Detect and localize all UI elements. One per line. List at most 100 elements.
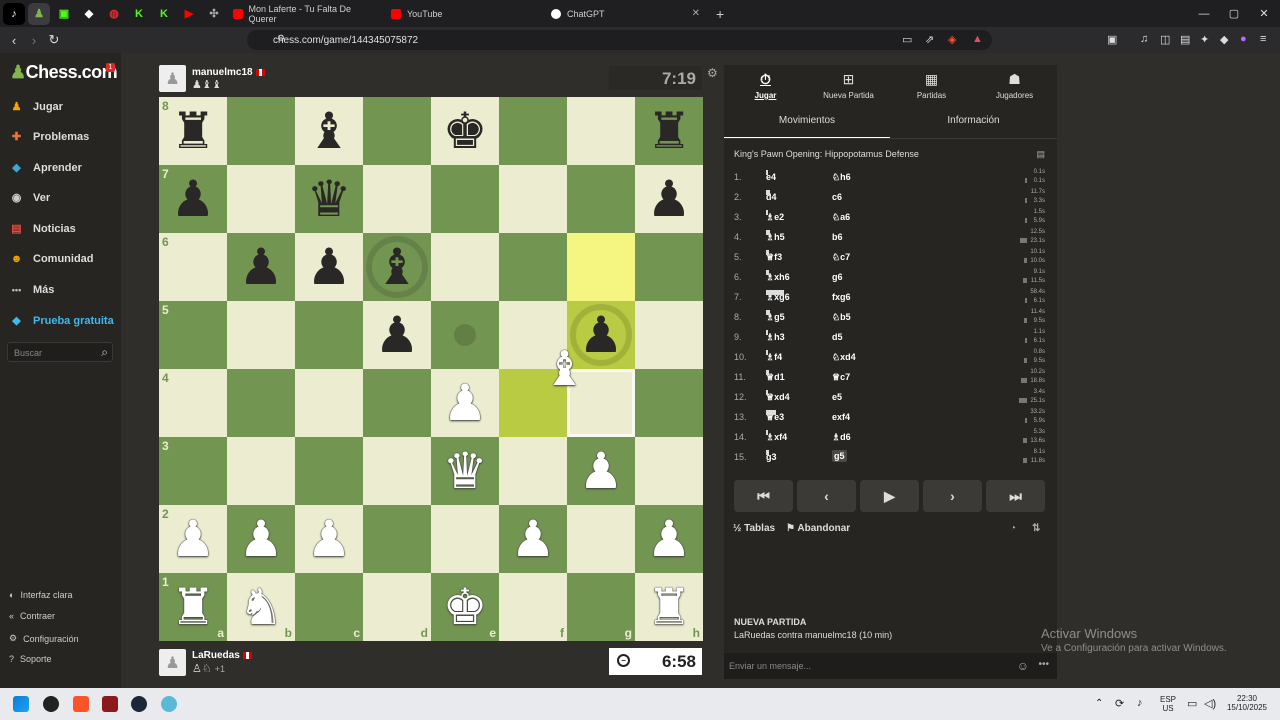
square-b7[interactable] [227, 165, 295, 233]
sidebar-toggle-icon[interactable]: ▣ [1107, 33, 1117, 46]
square-f2[interactable]: ♟ [499, 505, 567, 573]
square-b5[interactable] [227, 301, 295, 369]
vpn-icon[interactable]: ◆ [1220, 33, 1228, 46]
windows-start-icon[interactable] [13, 696, 29, 712]
black-move[interactable]: g6 [832, 272, 843, 282]
square-d4[interactable] [363, 369, 431, 437]
sidebar-footer-light-mode[interactable]: ◐ Interfaz clara [9, 590, 72, 600]
white-pawn[interactable]: ♟ [443, 378, 488, 428]
white-pawn[interactable]: ♟ [307, 514, 352, 564]
square-g7[interactable] [567, 165, 635, 233]
more-options-icon[interactable]: ••• [1038, 659, 1049, 670]
square-b3[interactable] [227, 437, 295, 505]
top-player-avatar[interactable]: ♟ [159, 65, 186, 92]
sidebar-item-aprender[interactable]: ◆ Aprender [8, 159, 82, 176]
square-a3[interactable]: 3 [159, 437, 227, 505]
kick-pinned-tab-3[interactable]: K [153, 3, 175, 25]
chat-message-input[interactable]: Enviar un mensaje... ☺ ••• [724, 653, 1057, 679]
square-e4[interactable]: ♟ [431, 369, 499, 437]
top-player-name[interactable]: manuelmc18 [192, 67, 265, 78]
white-pawn[interactable]: ♟ [579, 446, 624, 496]
move-row[interactable]: 9. ♗h3 d5 1.1s 6.1s [724, 327, 1057, 347]
sidebar-item-comunidad[interactable]: ☻ Comunidad [8, 250, 94, 267]
move-row[interactable]: 3. ♗e2 ♘a6 1.5s 5.9s [724, 207, 1057, 227]
square-d1[interactable]: d [363, 573, 431, 641]
sidebar-item-noticias[interactable]: ▤ Noticias [8, 220, 76, 237]
close-tab-icon[interactable]: ✕ [692, 8, 700, 19]
square-e7[interactable] [431, 165, 499, 233]
steam-icon[interactable] [131, 696, 147, 712]
tab-jugar[interactable]: ⏱ Jugar [724, 71, 807, 100]
square-g8[interactable] [567, 97, 635, 165]
draw-button[interactable]: ½ Tablas [733, 523, 775, 534]
tab-chatgpt[interactable]: ChatGPT ✕ [543, 3, 708, 25]
square-d5[interactable]: ♟ [363, 301, 431, 369]
square-f6[interactable] [499, 233, 567, 301]
white-move[interactable]: ♕xd4 [766, 392, 790, 403]
square-d6[interactable]: ♝ [363, 233, 431, 301]
white-rook[interactable]: ♜ [171, 582, 216, 632]
square-e8[interactable]: ♚ [431, 97, 499, 165]
square-c4[interactable] [295, 369, 363, 437]
sidebar-item-mas[interactable]: ••• Más [8, 281, 55, 298]
square-h4[interactable] [635, 369, 703, 437]
square-h7[interactable]: ♟ [635, 165, 703, 233]
black-move[interactable]: ♘c7 [832, 252, 850, 263]
white-move[interactable]: ♗f4 [766, 352, 782, 363]
kick-pinned-tab-2[interactable]: K [128, 3, 150, 25]
square-a5[interactable]: 5 [159, 301, 227, 369]
forward-icon[interactable]: › [24, 33, 44, 48]
white-bishop-dragged[interactable]: ♝ [543, 345, 586, 393]
sidebar-item-trial[interactable]: ◆ Prueba gratuita [8, 312, 113, 329]
opening-name[interactable]: King's Pawn Opening: Hippopotamus Defens… [734, 149, 919, 159]
square-g3[interactable]: ♟ [567, 437, 635, 505]
black-move[interactable]: ♘b5 [832, 312, 851, 323]
white-move[interactable]: ♗h3 [766, 332, 785, 343]
square-h3[interactable] [635, 437, 703, 505]
square-h6[interactable] [635, 233, 703, 301]
cast-icon[interactable]: ▭ [902, 33, 912, 46]
square-d3[interactable] [363, 437, 431, 505]
app-icon[interactable] [102, 696, 118, 712]
square-a7[interactable]: 7 ♟ [159, 165, 227, 233]
black-move[interactable]: exf4 [832, 412, 850, 422]
white-move[interactable]: ♗xh6 [766, 272, 790, 283]
kick-pinned-tab[interactable]: ▣ [53, 3, 75, 25]
notification-badge[interactable]: 1 [106, 63, 115, 72]
white-queen[interactable]: ♛ [443, 446, 488, 496]
move-row[interactable]: 1. e4 ♘h6 0.1s 0.1s [724, 167, 1057, 187]
search-input[interactable]: Buscar ⌕ [7, 342, 113, 362]
square-a1[interactable]: 1 a ♜ [159, 573, 227, 641]
chess-pinned-tab[interactable]: ♟ [28, 2, 50, 25]
move-row[interactable]: 13. ♕e3 exf4 33.2s 5.9s [724, 407, 1057, 427]
square-a6[interactable]: 6 [159, 233, 227, 301]
music-icon[interactable]: ♫ [1140, 33, 1148, 45]
move-row[interactable]: 5. ♕f3 ♘c7 10.1s 10.0s [724, 247, 1057, 267]
white-knight[interactable]: ♞ [239, 582, 284, 632]
sidebar-item-problemas[interactable]: ✚ Problemas [8, 128, 89, 145]
tab-partidas[interactable]: ▦ Partidas [890, 71, 973, 100]
subtab-movimientos[interactable]: Movimientos [724, 115, 890, 139]
minimize-button[interactable]: — [1187, 0, 1221, 27]
flip-board-icon[interactable]: ⇅ [1032, 523, 1040, 534]
network-icon[interactable]: ▭ [1187, 697, 1197, 710]
chess-board[interactable]: 8 ♜ ♝ ♚ ♜ 7 ♟ ♛ ♟ 6 ♟ ♟ ♝ 5 ♟ ♟ 4 ♟ 3 ♛ ♟ 2 ♟ ♟ ♟ ♟ ♟ 1 a ♜ b ♞ c d e ♚ f g h ♜… [159, 97, 703, 641]
white-move[interactable]: ♗xf4 [766, 432, 787, 443]
square-b4[interactable] [227, 369, 295, 437]
move-row[interactable]: 6. ♗xh6 g6 9.1s 11.5s [724, 267, 1057, 287]
black-pawn[interactable]: ♟ [171, 174, 216, 224]
square-h2[interactable]: ♟ [635, 505, 703, 573]
black-pawn[interactable]: ♟ [375, 310, 420, 360]
url-field[interactable]: chess.com/game/144345075872 [247, 30, 992, 50]
next-move-button[interactable]: › [923, 480, 982, 512]
brave-rewards-icon[interactable]: ▲ [972, 33, 983, 45]
square-a8[interactable]: 8 ♜ [159, 97, 227, 165]
brave-shield-icon[interactable]: ◈ [948, 33, 956, 46]
square-e6[interactable] [431, 233, 499, 301]
menu-icon[interactable]: ≡ [1260, 33, 1266, 45]
last-move-button[interactable]: ⏭ [986, 480, 1045, 512]
pinned-tab-5[interactable]: ◍ [103, 3, 125, 25]
square-e3[interactable]: ♛ [431, 437, 499, 505]
square-g6[interactable] [567, 233, 635, 301]
black-rook[interactable]: ♜ [171, 106, 216, 156]
